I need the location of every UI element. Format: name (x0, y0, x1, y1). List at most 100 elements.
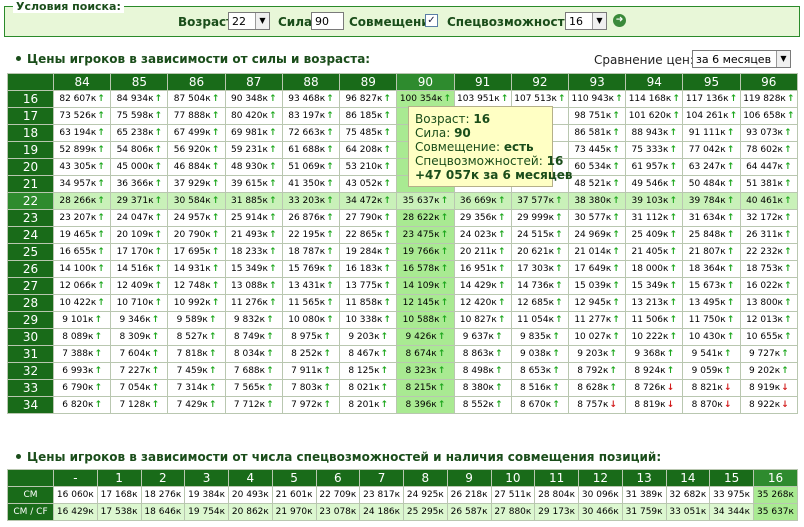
price-cell[interactable]: 32 172к (739, 209, 799, 227)
price-cell[interactable]: 64 208к (339, 141, 398, 159)
strength-header[interactable]: 85 (110, 73, 169, 91)
price-cell[interactable]: 7 429к (167, 396, 226, 414)
price-cell[interactable]: 8 309к (110, 328, 169, 346)
price-cell[interactable]: 87 504к (167, 90, 226, 108)
price-cell[interactable]: 65 238к (110, 124, 169, 142)
special-count-header[interactable]: 13 (621, 469, 667, 487)
strength-header[interactable]: 95 (682, 73, 741, 91)
price-cell[interactable]: 23 207к (52, 209, 112, 227)
price-cell[interactable]: 8 922к (739, 396, 799, 414)
price-cell[interactable]: 20 790к (167, 226, 226, 244)
price-cell[interactable]: 16 578к (396, 260, 455, 278)
special-price-cell[interactable]: 33 051к (665, 503, 711, 521)
special-price-cell[interactable]: 24 186к (359, 503, 404, 521)
price-cell[interactable]: 10 655к (739, 328, 799, 346)
price-cell[interactable]: 12 685к (510, 294, 569, 312)
special-count-header[interactable]: 2 (140, 469, 186, 487)
price-cell[interactable]: 7 227к (110, 362, 169, 380)
price-cell[interactable]: 25 848к (682, 226, 741, 244)
price-cell[interactable]: 19 465к (52, 226, 112, 244)
price-cell[interactable]: 9 541к (682, 345, 741, 363)
price-cell[interactable]: 31 112к (625, 209, 684, 227)
price-cell[interactable]: 84 934к (110, 90, 169, 108)
price-cell[interactable]: 49 546к (625, 175, 684, 193)
price-cell[interactable]: 10 080к (281, 311, 341, 329)
price-cell[interactable]: 18 364к (682, 260, 741, 278)
price-cell[interactable]: 28 622к (396, 209, 455, 227)
combine-checkbox[interactable]: ✓ (425, 14, 438, 27)
age-header[interactable]: 34 (7, 396, 54, 414)
price-cell[interactable]: 9 038к (510, 345, 569, 363)
strength-header[interactable]: 88 (281, 73, 341, 91)
special-price-cell[interactable]: 34 344к (709, 503, 754, 521)
price-cell[interactable]: 12 420к (453, 294, 512, 312)
special-price-cell[interactable]: 17 168к (96, 486, 142, 504)
price-cell[interactable]: 46 884к (167, 158, 226, 176)
price-cell[interactable]: 24 023к (453, 226, 512, 244)
special-price-cell[interactable]: 28 804к (534, 486, 579, 504)
price-cell[interactable]: 14 931к (167, 260, 226, 278)
strength-header[interactable]: 90 (396, 73, 455, 91)
price-cell[interactable]: 8 467к (339, 345, 398, 363)
price-cell[interactable]: 9 059к (682, 362, 741, 380)
price-cell[interactable]: 61 957к (625, 158, 684, 176)
price-cell[interactable]: 6 790к (52, 379, 112, 397)
price-cell[interactable]: 16 022к (739, 277, 799, 295)
price-cell[interactable]: 14 516к (110, 260, 169, 278)
age-header[interactable]: 24 (7, 226, 54, 244)
special-count-header[interactable]: 9 (446, 469, 492, 487)
price-cell[interactable]: 34 957к (52, 175, 112, 193)
price-cell[interactable]: 24 969к (567, 226, 627, 244)
price-cell[interactable]: 43 305к (52, 158, 112, 176)
price-cell[interactable]: 16 655к (52, 243, 112, 261)
price-cell[interactable]: 117 136к (682, 90, 741, 108)
special-price-cell[interactable]: 26 218к (446, 486, 492, 504)
special-count-header[interactable]: 8 (403, 469, 448, 487)
special-count-header[interactable]: 6 (315, 469, 361, 487)
price-cell[interactable]: 91 111к (682, 124, 741, 142)
price-cell[interactable]: 8 863к (453, 345, 512, 363)
price-cell[interactable]: 28 266к (52, 192, 112, 210)
price-cell[interactable]: 9 203к (567, 345, 627, 363)
price-cell[interactable]: 37 929к (167, 175, 226, 193)
price-cell[interactable]: 7 388к (52, 345, 112, 363)
price-cell[interactable]: 10 710к (110, 294, 169, 312)
price-cell[interactable]: 75 333к (625, 141, 684, 159)
price-cell[interactable]: 22 195к (281, 226, 341, 244)
price-cell[interactable]: 11 565к (281, 294, 341, 312)
special-price-cell[interactable]: 20 862к (228, 503, 273, 521)
strength-header[interactable]: 86 (167, 73, 226, 91)
price-cell[interactable]: 18 753к (739, 260, 799, 278)
price-cell[interactable]: 12 066к (52, 277, 112, 295)
price-cell[interactable]: 13 213к (625, 294, 684, 312)
price-cell[interactable]: 86 185к (339, 107, 398, 125)
price-cell[interactable]: 10 827к (453, 311, 512, 329)
price-cell[interactable]: 8 628к (567, 379, 627, 397)
price-cell[interactable]: 15 673к (682, 277, 741, 295)
price-cell[interactable]: 98 751к (567, 107, 627, 125)
special-count-header[interactable]: 12 (578, 469, 623, 487)
price-cell[interactable]: 11 750к (682, 311, 741, 329)
special-price-cell[interactable]: 22 709к (315, 486, 361, 504)
price-cell[interactable]: 24 047к (110, 209, 169, 227)
strength-header[interactable]: 89 (339, 73, 398, 91)
price-cell[interactable]: 73 445к (567, 141, 627, 159)
price-cell[interactable]: 22 232к (739, 243, 799, 261)
special-price-cell[interactable]: 16 429к (53, 503, 98, 521)
price-cell[interactable]: 20 621к (510, 243, 569, 261)
price-cell[interactable]: 8 821к (682, 379, 741, 397)
special-count-header[interactable]: 7 (359, 469, 404, 487)
price-cell[interactable]: 8 516к (510, 379, 569, 397)
price-cell[interactable]: 107 513к (510, 90, 569, 108)
age-header[interactable]: 23 (7, 209, 54, 227)
price-cell[interactable]: 29 371к (110, 192, 169, 210)
price-cell[interactable]: 10 338к (339, 311, 398, 329)
special-count-header[interactable]: 3 (184, 469, 229, 487)
price-cell[interactable]: 19 766к (396, 243, 455, 261)
price-cell[interactable]: 52 899к (52, 141, 112, 159)
price-cell[interactable]: 56 920к (167, 141, 226, 159)
price-cell[interactable]: 19 284к (339, 243, 398, 261)
price-cell[interactable]: 11 277к (567, 311, 627, 329)
price-cell[interactable]: 9 727к (739, 345, 799, 363)
price-cell[interactable]: 9 835к (510, 328, 569, 346)
